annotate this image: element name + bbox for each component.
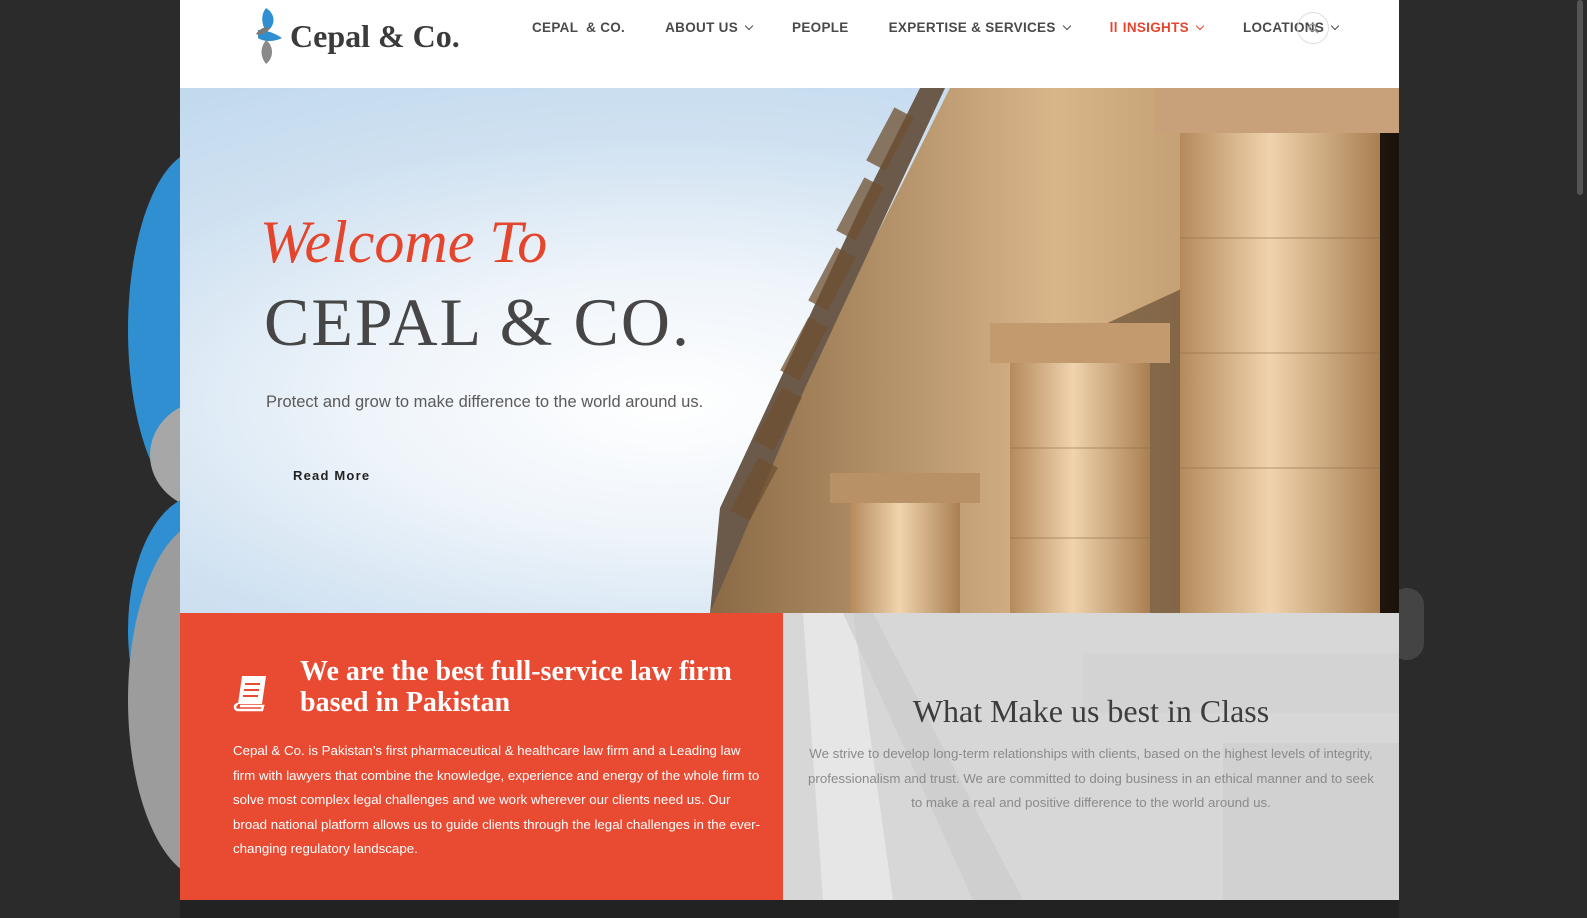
scrollbar-thumb[interactable]	[1577, 0, 1583, 195]
nav-item-expertise-services[interactable]: EXPERTISE & SERVICES	[888, 18, 1071, 38]
nav-label: PEOPLE	[792, 20, 849, 35]
feature-panel-best-in-class: What Make us best in Class We strive to …	[783, 613, 1399, 900]
hero-tagline: Protect and grow to make difference to t…	[266, 393, 704, 411]
nav-item-cepal[interactable]: CEPAL & CO.	[532, 18, 625, 38]
nav-label: EXPERTISE & SERVICES	[888, 20, 1056, 35]
chevron-down-icon	[1330, 21, 1340, 31]
site-header: Cepal & Co. CEPAL & CO. ABOUT US PEOPLE …	[180, 0, 1399, 88]
chevron-down-icon	[744, 21, 754, 31]
chevron-down-icon	[1062, 21, 1071, 31]
nav-item-insights[interactable]: ll INSIGHTS	[1109, 18, 1205, 38]
read-more-button[interactable]: Read More	[293, 468, 370, 483]
main-nav: CEPAL & CO. ABOUT US PEOPLE EXPERTISE & …	[532, 18, 1378, 38]
nav-label: INSIGHTS	[1122, 20, 1189, 35]
nav-item-about-us[interactable]: ABOUT US	[665, 18, 754, 38]
feature-title: We are the best full-service law firm ba…	[300, 656, 732, 718]
nav-prefix: ll	[1109, 20, 1118, 35]
logo-text: Cepal & Co.	[290, 17, 460, 54]
feature-title: What Make us best in Class	[912, 693, 1270, 729]
site-logo[interactable]: Cepal & Co.	[252, 4, 460, 68]
logo-mark-icon	[256, 8, 282, 64]
search-button[interactable]	[1297, 12, 1329, 44]
feature-body: Cepal & Co. is Pakistan’s first pharmace…	[233, 743, 761, 856]
nav-item-people[interactable]: PEOPLE	[792, 18, 849, 38]
nav-label: ABOUT US	[665, 20, 739, 35]
chevron-down-icon	[1195, 21, 1205, 31]
book-icon	[233, 676, 266, 712]
feature-panel-firm: We are the best full-service law firm ba…	[180, 613, 783, 900]
hero-title: CEPAL & CO.	[264, 284, 691, 360]
feature-body: We strive to develop long-term relations…	[808, 746, 1374, 810]
page: Cepal & Co. CEPAL & CO. ABOUT US PEOPLE …	[180, 0, 1399, 918]
hero-banner: Welcome To CEPAL & CO. Protect and grow …	[180, 88, 1399, 613]
scrollbar[interactable]	[1567, 0, 1587, 918]
next-section-edge	[180, 900, 1399, 918]
nav-label: CEPAL & CO.	[532, 20, 626, 35]
search-icon	[1308, 23, 1318, 33]
hero-welcome: Welcome To	[260, 209, 548, 275]
building-columns-image	[710, 88, 1399, 613]
